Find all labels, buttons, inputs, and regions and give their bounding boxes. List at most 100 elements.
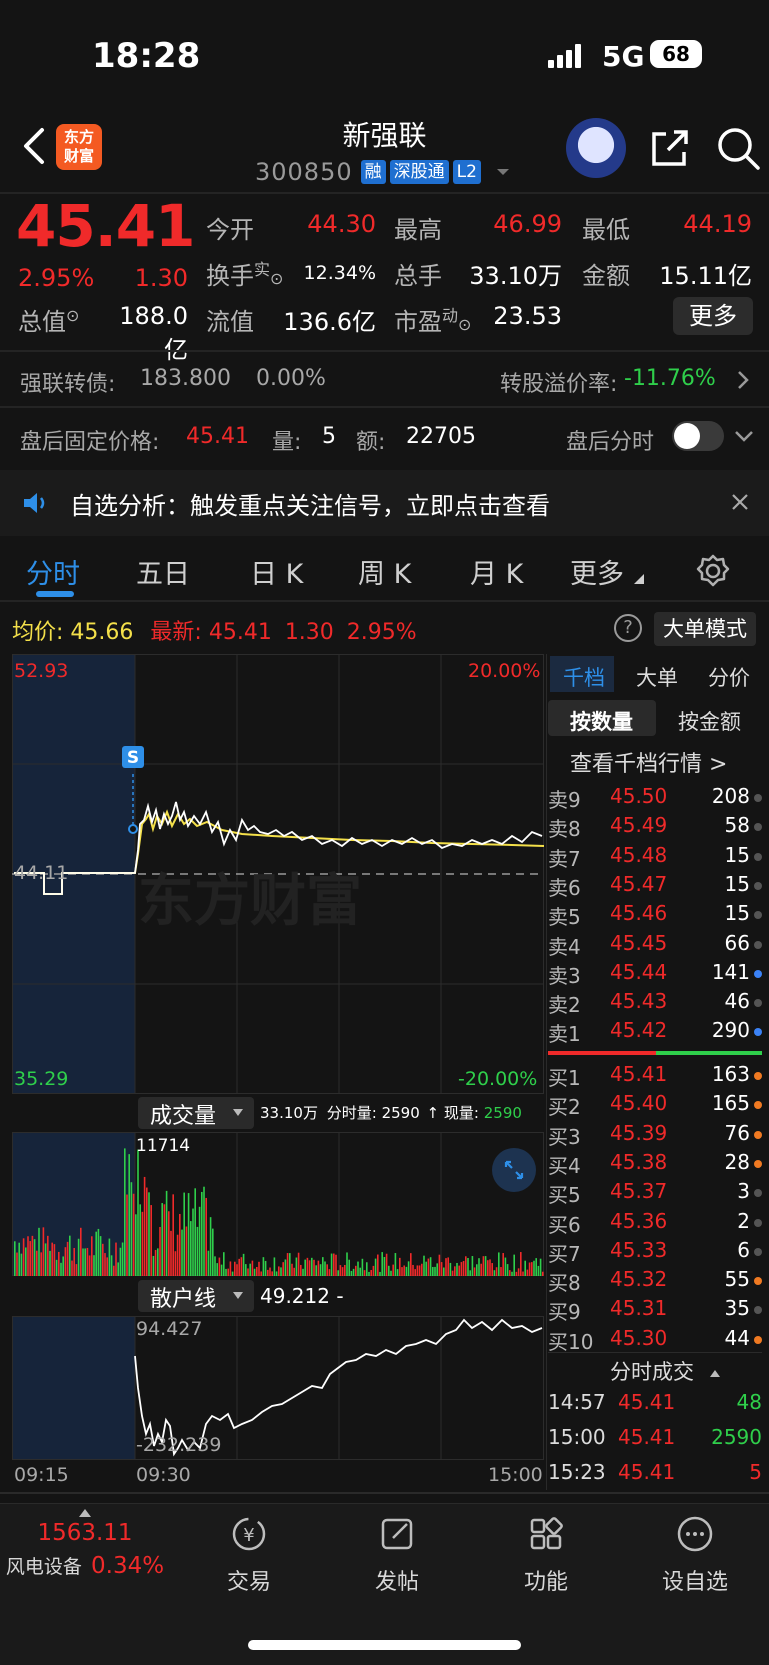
help-icon[interactable]: ? <box>614 614 642 642</box>
expand-icon <box>504 1160 524 1180</box>
ask-row[interactable]: 卖9 45.50 208 <box>548 784 762 813</box>
ask-level: 卖8 <box>548 817 581 842</box>
volume-bar <box>410 1253 412 1276</box>
volume-bar <box>319 1264 322 1276</box>
ask-row[interactable]: 卖3 45.44 141 <box>548 960 762 989</box>
ask-row[interactable]: 卖1 45.42 290 <box>548 1018 762 1047</box>
volume-bar <box>443 1267 445 1276</box>
volume-bar <box>280 1267 282 1276</box>
retail-line-chart[interactable] <box>12 1316 544 1460</box>
volume-selector[interactable]: 成交量 <box>138 1097 254 1129</box>
tab-full-depth[interactable]: 千档 <box>563 662 605 692</box>
latest-percent: 2.95% <box>346 620 417 645</box>
volume-bar <box>304 1259 306 1276</box>
tab-five-day[interactable]: 五日 <box>136 552 190 591</box>
bid-row[interactable]: 买7 45.33 6 <box>548 1238 762 1267</box>
more-button[interactable]: 更多 <box>673 297 753 335</box>
ask-row[interactable]: 卖7 45.48 15 <box>548 843 762 872</box>
ask-row[interactable]: 卖5 45.46 15 <box>548 901 762 930</box>
tab-week-k[interactable]: 周 K <box>358 552 411 591</box>
ticks-header[interactable]: 分时成交 <box>610 1356 721 1386</box>
robot-avatar-icon[interactable] <box>566 118 626 178</box>
ask-level: 卖4 <box>548 934 581 959</box>
bid-row[interactable]: 买6 45.36 2 <box>548 1209 762 1238</box>
volume-bar <box>509 1270 511 1276</box>
volume-bar <box>357 1261 359 1276</box>
volume-bar <box>55 1259 58 1276</box>
subtab-by-amount[interactable]: 按金额 <box>678 706 741 736</box>
notice-text[interactable]: 自选分析：触发重点关注信号，立即点击查看 <box>70 486 550 521</box>
volume-bar <box>77 1238 80 1276</box>
bid-price: 45.37 <box>610 1179 668 1204</box>
nav-functions[interactable]: 功能 <box>491 1514 601 1596</box>
bid-row[interactable]: 买5 45.37 3 <box>548 1179 762 1208</box>
volume-bar <box>75 1264 78 1276</box>
volume-bar <box>115 1242 117 1276</box>
ask-row[interactable]: 卖4 45.45 66 <box>548 931 762 960</box>
bid-row[interactable]: 买1 45.41 163 <box>548 1062 762 1091</box>
volume-selector-label: 成交量 <box>150 1104 217 1129</box>
volume-bar <box>385 1253 388 1276</box>
price-chart[interactable]: 东方财富 S <box>12 654 544 1094</box>
volume-bar <box>223 1252 225 1276</box>
volume-bar <box>416 1265 419 1276</box>
bid-row[interactable]: 买10 45.30 44 <box>548 1326 762 1355</box>
tab-underline <box>36 591 74 597</box>
bid-level: 买8 <box>548 1271 581 1296</box>
volume-bar <box>515 1271 518 1276</box>
close-icon[interactable] <box>730 492 750 512</box>
volume-bar <box>414 1269 416 1276</box>
tab-big-order[interactable]: 大单 <box>636 662 678 692</box>
retail-line-selector[interactable]: 散户线 <box>138 1280 254 1312</box>
ask-row[interactable]: 卖6 45.47 15 <box>548 872 762 901</box>
ask-row[interactable]: 卖8 45.49 58 <box>548 813 762 842</box>
volume-bar <box>337 1270 339 1276</box>
bid-row[interactable]: 买3 45.39 76 <box>548 1121 762 1150</box>
volume-bar <box>341 1267 344 1276</box>
subtab-by-quantity[interactable]: 按数量 <box>570 706 633 736</box>
ask-price: 45.50 <box>610 784 668 808</box>
bid-row[interactable]: 买8 45.32 55 <box>548 1267 762 1296</box>
volume-bar <box>469 1270 471 1276</box>
ticks-label: 分时成交 <box>610 1360 694 1384</box>
bid-volume: 3 <box>737 1179 750 1204</box>
volume-chart[interactable] <box>12 1132 544 1276</box>
bid-row[interactable]: 买9 45.31 35 <box>548 1296 762 1325</box>
chevron-down-icon[interactable] <box>732 426 756 446</box>
sector-percent: 0.34% <box>91 1553 165 1579</box>
chart-info-row: 均价: 45.66 最新: 45.41 1.30 2.95% <box>12 614 417 646</box>
volume-bar <box>245 1264 247 1276</box>
nav-add-watchlist[interactable]: 设自选 <box>640 1514 750 1596</box>
volume-bar <box>154 1249 157 1276</box>
after-hours-toggle[interactable] <box>672 421 724 451</box>
tab-month-k[interactable]: 月 K <box>470 552 523 591</box>
bid-row[interactable]: 买2 45.40 165 <box>548 1091 762 1120</box>
chart-bottom-price: 35.29 <box>14 1068 69 1090</box>
level2-tag: L2 <box>452 160 481 184</box>
convertible-label[interactable]: 强联转债: <box>20 366 115 398</box>
nav-trade[interactable]: ¥ 交易 <box>194 1514 304 1596</box>
tab-day-k[interactable]: 日 K <box>250 552 303 591</box>
ask-row[interactable]: 卖2 45.43 46 <box>548 989 762 1018</box>
tab-price-dist[interactable]: 分价 <box>708 662 750 692</box>
settings-gear-icon[interactable] <box>696 554 730 588</box>
volume-bar <box>284 1259 287 1276</box>
retail-bottom-label: -232.239 <box>136 1434 222 1456</box>
tab-timeshare[interactable]: 分时 <box>26 552 80 591</box>
volume-bar <box>344 1264 346 1276</box>
expand-chart-button[interactable] <box>492 1148 536 1192</box>
chevron-right-icon[interactable] <box>734 368 752 392</box>
tab-more[interactable]: 更多 <box>570 552 624 591</box>
search-icon[interactable] <box>714 124 762 172</box>
stock-code-row[interactable]: 300850 融 深股通 L2 <box>255 158 511 186</box>
nav-post[interactable]: 发帖 <box>342 1514 452 1596</box>
status-time: 18:28 <box>92 36 201 76</box>
share-icon[interactable] <box>646 124 694 172</box>
volume-bar <box>69 1235 71 1276</box>
sector-widget[interactable]: 1563.11 风电设备 0.34% <box>0 1508 170 1579</box>
big-order-mode-button[interactable]: 大单模式 <box>654 612 756 646</box>
ask-volume: 15 <box>724 871 750 896</box>
view-full-depth-link[interactable]: 查看千档行情 > <box>570 746 727 778</box>
bid-row[interactable]: 买4 45.38 28 <box>548 1150 762 1179</box>
volume-bar <box>383 1256 386 1276</box>
